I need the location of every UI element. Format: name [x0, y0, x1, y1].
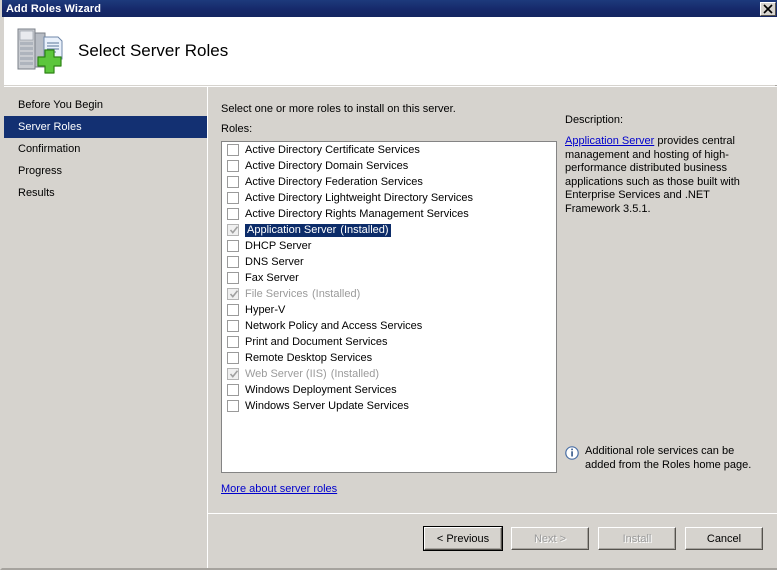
- role-label: File Services (Installed): [245, 287, 361, 300]
- description-note: Additional role services can be added fr…: [565, 445, 755, 472]
- role-label: Application Server (Installed): [245, 223, 391, 237]
- sidebar-item-before-you-begin[interactable]: Before You Begin: [4, 94, 207, 116]
- role-label: Web Server (IIS) (Installed): [245, 367, 380, 380]
- role-list-item[interactable]: Active Directory Certificate Services: [222, 142, 556, 158]
- role-label: Print and Document Services: [245, 335, 388, 348]
- role-label: Windows Server Update Services: [245, 399, 409, 412]
- role-checkbox[interactable]: [227, 304, 239, 316]
- role-label: Active Directory Rights Management Servi…: [245, 207, 469, 220]
- role-checkbox[interactable]: [227, 400, 239, 412]
- role-checkbox[interactable]: [227, 384, 239, 396]
- description-heading: Description:: [565, 114, 624, 126]
- sidebar-item-label: Server Roles: [18, 121, 82, 133]
- info-icon: [565, 446, 579, 463]
- instruction-text: Select one or more roles to install on t…: [221, 103, 456, 115]
- role-list-item[interactable]: Fax Server: [222, 270, 556, 286]
- role-label: DNS Server: [245, 255, 304, 268]
- sidebar-item-label: Before You Begin: [18, 99, 104, 111]
- sidebar-item-progress[interactable]: Progress: [4, 160, 207, 182]
- role-list-item[interactable]: File Services (Installed): [222, 286, 556, 302]
- role-checkbox[interactable]: [227, 160, 239, 172]
- role-list-item[interactable]: Application Server (Installed): [222, 222, 556, 238]
- role-list-item[interactable]: Remote Desktop Services: [222, 350, 556, 366]
- next-button: Next >: [511, 527, 589, 550]
- role-checkbox: [227, 224, 239, 236]
- role-list-item[interactable]: DNS Server: [222, 254, 556, 270]
- sidebar-item-results[interactable]: Results: [4, 182, 207, 204]
- wizard-footer: < Previous Next > Install Cancel: [208, 514, 777, 568]
- role-list-item[interactable]: Active Directory Federation Services: [222, 174, 556, 190]
- role-list-item[interactable]: DHCP Server: [222, 238, 556, 254]
- role-label: Active Directory Certificate Services: [245, 143, 420, 156]
- role-checkbox[interactable]: [227, 320, 239, 332]
- role-label: Active Directory Lightweight Directory S…: [245, 191, 474, 204]
- role-list-item[interactable]: Windows Deployment Services: [222, 382, 556, 398]
- role-label: Network Policy and Access Services: [245, 319, 423, 332]
- role-checkbox[interactable]: [227, 336, 239, 348]
- role-checkbox[interactable]: [227, 208, 239, 220]
- cancel-button[interactable]: Cancel: [685, 527, 763, 550]
- role-checkbox[interactable]: [227, 352, 239, 364]
- close-button[interactable]: [760, 1, 776, 16]
- roles-listbox[interactable]: Active Directory Certificate Services Act…: [221, 141, 557, 473]
- role-checkbox[interactable]: [227, 176, 239, 188]
- role-installed-badge: (Installed): [311, 287, 361, 300]
- previous-button[interactable]: < Previous: [423, 526, 503, 551]
- role-installed-badge: (Installed): [340, 223, 389, 236]
- role-list-item[interactable]: Active Directory Lightweight Directory S…: [222, 190, 556, 206]
- footer-button-row: < Previous Next > Install Cancel: [423, 526, 763, 551]
- roles-label: Roles:: [221, 123, 253, 135]
- sidebar-item-confirmation[interactable]: Confirmation: [4, 138, 207, 160]
- description-note-text: Additional role services can be added fr…: [585, 445, 752, 471]
- role-checkbox[interactable]: [227, 272, 239, 284]
- role-list-item[interactable]: Hyper-V: [222, 302, 556, 318]
- sidebar-item-label: Results: [18, 187, 55, 199]
- role-checkbox: [227, 288, 239, 300]
- page-title: Select Server Roles: [78, 41, 229, 60]
- cancel-button-label: Cancel: [706, 532, 742, 545]
- role-installed-badge: (Installed): [330, 367, 380, 380]
- install-button-label: Install: [622, 532, 652, 545]
- role-checkbox: [227, 368, 239, 380]
- next-button-label: Next >: [533, 532, 567, 545]
- check-icon: [229, 225, 239, 238]
- server-add-icon: [14, 25, 66, 77]
- check-icon: [229, 369, 239, 382]
- role-list-item[interactable]: Print and Document Services: [222, 334, 556, 350]
- role-label: Windows Deployment Services: [245, 383, 397, 396]
- role-label: Active Directory Federation Services: [245, 175, 423, 188]
- role-label: Fax Server: [245, 271, 299, 284]
- role-label: Active Directory Domain Services: [245, 159, 409, 172]
- description-body: Application Server provides central mana…: [565, 135, 751, 216]
- sidebar-item-label: Progress: [18, 165, 63, 177]
- page-header: Select Server Roles: [4, 17, 777, 85]
- check-icon: [229, 289, 239, 302]
- role-checkbox[interactable]: [227, 144, 239, 156]
- role-list-item[interactable]: Active Directory Rights Management Servi…: [222, 206, 556, 222]
- role-label: DHCP Server: [245, 239, 312, 252]
- window-title: Add Roles Wizard: [6, 2, 102, 15]
- role-label: Hyper-V: [245, 303, 286, 316]
- role-list-item[interactable]: Active Directory Domain Services: [222, 158, 556, 174]
- wizard-sidebar: Before You Begin Server Roles Confirmati…: [4, 86, 207, 568]
- install-button: Install: [598, 527, 676, 550]
- more-about-server-roles-link[interactable]: More about server roles: [221, 483, 337, 495]
- role-checkbox[interactable]: [227, 256, 239, 268]
- sidebar-item-server-roles[interactable]: Server Roles: [4, 116, 207, 138]
- previous-button-label: < Previous: [436, 532, 490, 545]
- role-label: Remote Desktop Services: [245, 351, 373, 364]
- application-server-link[interactable]: Application Server: [565, 135, 654, 147]
- role-checkbox[interactable]: [227, 192, 239, 204]
- role-list-item[interactable]: Web Server (IIS) (Installed): [222, 366, 556, 382]
- description-panel: Description: Application Server provides…: [565, 86, 777, 513]
- window-titlebar: Add Roles Wizard: [2, 0, 777, 17]
- add-roles-wizard-window: Add Roles Wizard Select Server Roles Bef…: [0, 0, 777, 570]
- sidebar-item-label: Confirmation: [18, 143, 81, 155]
- role-list-item[interactable]: Windows Server Update Services: [222, 398, 556, 414]
- role-list-item[interactable]: Network Policy and Access Services: [222, 318, 556, 334]
- role-checkbox[interactable]: [227, 240, 239, 252]
